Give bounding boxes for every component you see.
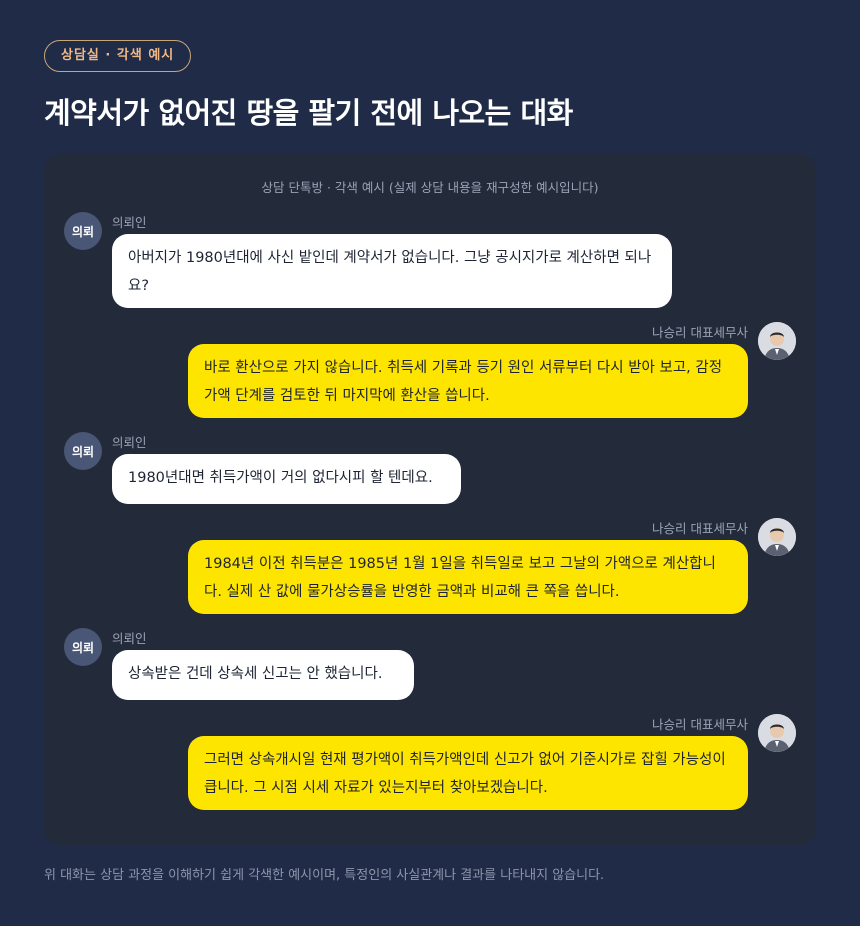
message-bubble-advisor: 그러면 상속개시일 현재 평가액이 취득가액인데 신고가 없어 기준시가로 잡힐… [188,736,748,810]
chat-panel: 상담 단톡방 · 각색 예시 (실제 상담 내용을 재구성한 예시입니다) 의뢰… [44,153,816,846]
client-name: 의뢰인 [112,631,147,646]
message-bubble-advisor: 바로 환산으로 가지 않습니다. 취득세 기록과 등기 원인 서류부터 다시 받… [188,344,748,418]
client-name: 의뢰인 [112,215,147,230]
client-avatar: 의뢰 [64,212,102,250]
message-bubble-client: 상속받은 건데 상속세 신고는 안 했습니다. [112,650,414,700]
page-title: 계약서가 없어진 땅을 팔기 전에 나오는 대화 [44,96,573,130]
disclaimer: 위 대화는 상담 과정을 이해하기 쉽게 각색한 예시이며, 특정인의 사실관계… [44,868,605,883]
message-bubble-client: 아버지가 1980년대에 사신 밭인데 계약서가 없습니다. 그냥 공시지가로 … [112,234,672,308]
message-bubble-client: 1980년대면 취득가액이 거의 없다시피 할 텐데요. [112,454,461,504]
advisor-name: 나승리 대표세무사 [652,521,748,536]
chat-caption: 상담 단톡방 · 각색 예시 (실제 상담 내용을 재구성한 예시입니다) [261,180,599,195]
advisor-photo-icon [758,322,796,360]
message-bubble-advisor: 1984년 이전 취득분은 1985년 1월 1일을 취득일로 보고 그날의 가… [188,540,748,614]
advisor-avatar [758,714,796,752]
client-avatar: 의뢰 [64,628,102,666]
advisor-avatar [758,518,796,556]
category-badge: 상담실 · 각색 예시 [44,40,192,72]
advisor-name: 나승리 대표세무사 [652,325,748,340]
advisor-name: 나승리 대표세무사 [652,717,748,732]
advisor-photo-icon [758,714,796,752]
advisor-photo-icon [758,518,796,556]
advisor-avatar [758,322,796,360]
client-avatar: 의뢰 [64,432,102,470]
client-name: 의뢰인 [112,435,147,450]
